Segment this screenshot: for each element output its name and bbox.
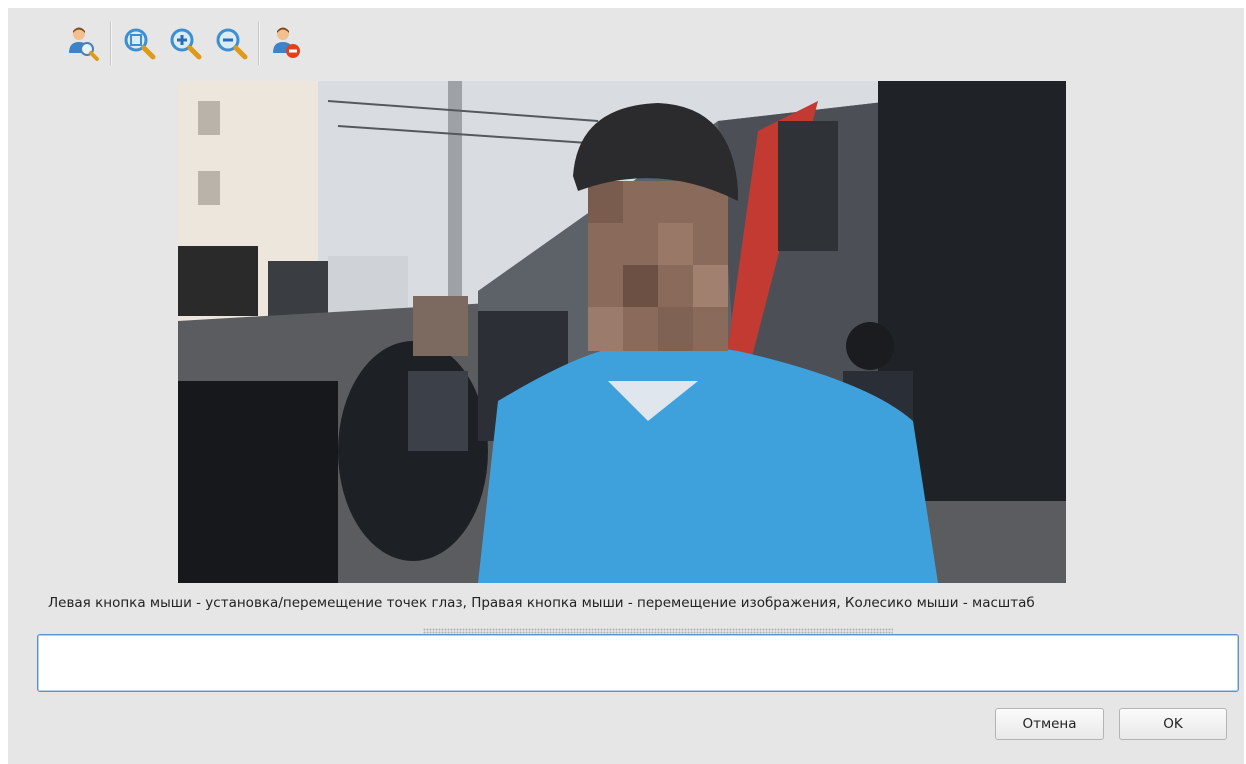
cancel-button[interactable]: Отмена — [995, 708, 1104, 740]
hint-text: Левая кнопка мыши - установка/перемещени… — [48, 595, 1035, 611]
ok-button[interactable]: OK — [1119, 708, 1227, 740]
zoom-in-button[interactable] — [165, 23, 205, 63]
photo-image — [178, 81, 1066, 583]
person-remove-button[interactable] — [267, 23, 307, 63]
photo-preview[interactable] — [178, 81, 1066, 583]
person-search-icon — [69, 27, 99, 61]
toolbar — [60, 21, 310, 65]
zoom-fit-button[interactable] — [119, 23, 159, 63]
toolbar-separator — [258, 21, 260, 65]
name-input[interactable] — [37, 634, 1239, 692]
face-edit-dialog: Левая кнопка мыши - установка/перемещени… — [8, 8, 1244, 764]
zoom-in-icon — [170, 28, 202, 60]
zoom-out-icon — [216, 28, 248, 60]
person-search-button[interactable] — [63, 23, 103, 63]
zoom-out-button[interactable] — [211, 23, 251, 63]
zoom-fit-icon — [124, 28, 156, 60]
toolbar-separator — [110, 21, 112, 65]
person-remove-icon — [273, 27, 300, 58]
